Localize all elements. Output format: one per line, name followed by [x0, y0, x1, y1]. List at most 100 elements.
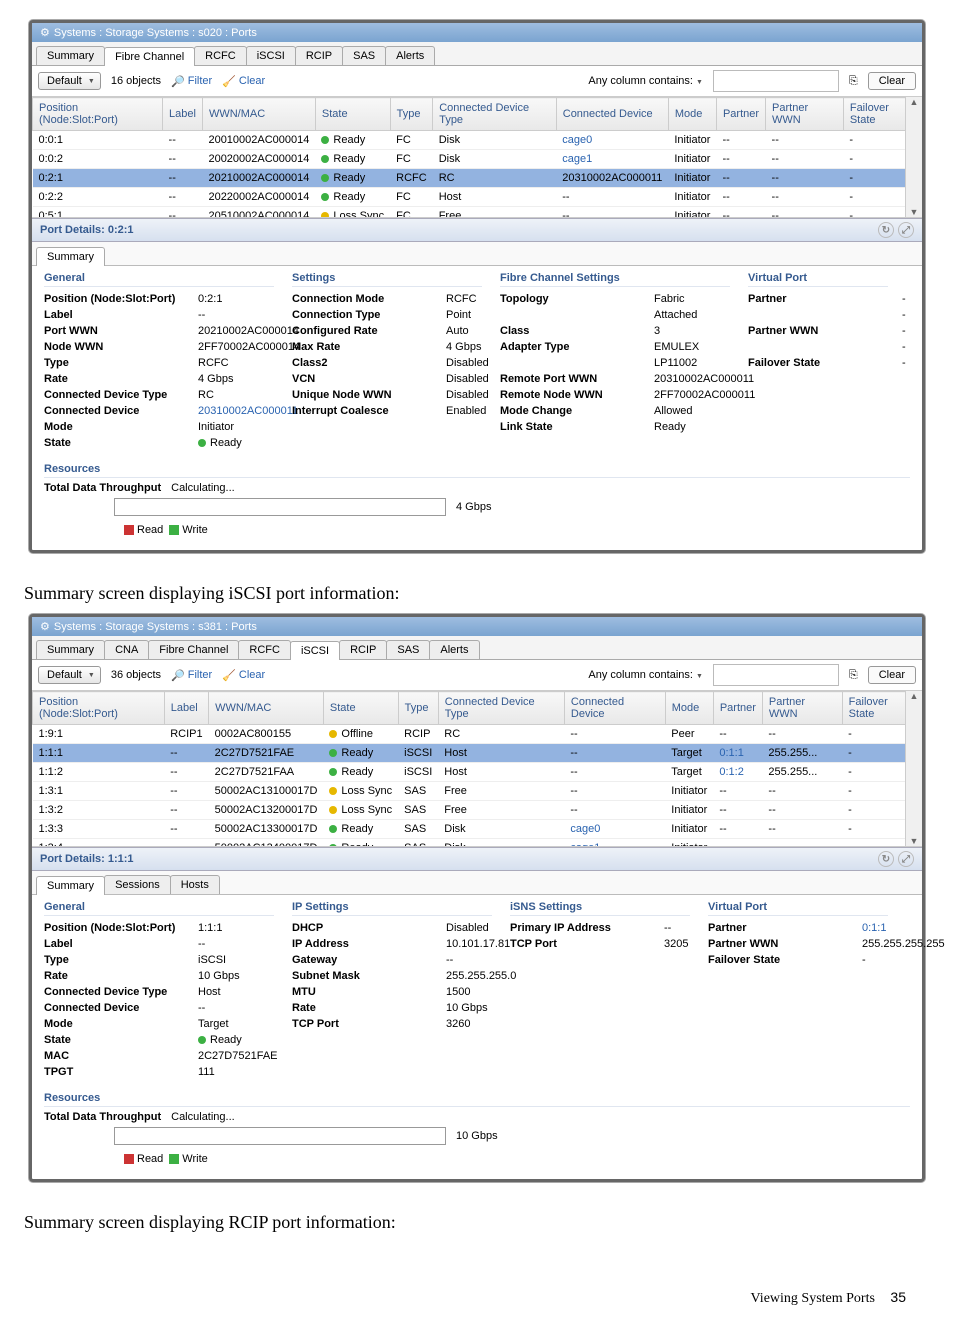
status-dot-icon — [198, 439, 206, 447]
column-header[interactable]: Mode — [665, 692, 713, 725]
connected-device-link[interactable]: cage0 — [562, 134, 592, 146]
refresh-icon[interactable]: ↻ — [878, 222, 894, 238]
kv-key: Partner — [708, 920, 858, 936]
scrollbar[interactable]: ▲▼ — [905, 97, 922, 217]
column-header[interactable]: Partner — [713, 692, 762, 725]
table-row[interactable]: 0:0:2--20020002AC000014ReadyFCDiskcage1I… — [33, 150, 922, 169]
table-row[interactable]: 1:3:2--50002AC13200017DLoss SyncSASFree-… — [33, 801, 922, 820]
expand-icon[interactable]: ⤢ — [898, 851, 914, 867]
subtab-summary[interactable]: Summary — [36, 247, 105, 266]
column-header[interactable]: Partner — [716, 98, 765, 131]
table-row[interactable]: 1:9:1RCIP10002AC800155OfflineRCIPRC--Pee… — [33, 725, 922, 744]
tab-summary[interactable]: Summary — [36, 640, 105, 659]
column-header[interactable]: Partner WWN — [766, 98, 844, 131]
kv-value: 255.255.255.255 — [862, 936, 945, 952]
kv-value[interactable]: 20310002AC000011 — [198, 403, 298, 419]
kv-value: 4 Gbps — [446, 339, 481, 355]
search-input[interactable] — [713, 70, 839, 92]
subtab-sessions[interactable]: Sessions — [104, 875, 171, 894]
kv-value: Ready — [198, 435, 242, 451]
throughput-value: Calculating... — [171, 1111, 235, 1123]
legend: Read Write — [124, 524, 910, 536]
column-header[interactable]: WWN/MAC — [202, 98, 315, 131]
table-row[interactable]: 0:0:1--20010002AC000014ReadyFCDiskcage0I… — [33, 131, 922, 150]
column-header[interactable]: WWN/MAC — [209, 692, 324, 725]
tab-alerts[interactable]: Alerts — [385, 46, 435, 65]
column-header[interactable]: State — [315, 98, 390, 131]
kv-row: Unique Node WWNDisabled — [292, 387, 482, 403]
tab-fibre-channel[interactable]: Fibre Channel — [104, 47, 195, 66]
object-count: 36 objects — [111, 669, 161, 681]
table-row[interactable]: 1:3:3--50002AC13300017DReadySASDiskcage0… — [33, 820, 922, 839]
resources-heading: Resources — [44, 1092, 910, 1107]
column-header[interactable]: Type — [398, 692, 438, 725]
table-row[interactable]: 1:1:2--2C27D7521FAAReadyiSCSIHost--Targe… — [33, 763, 922, 782]
table-row[interactable]: 0:5:1--20510002AC000014Loss SyncFCFree--… — [33, 207, 922, 219]
tab-iscsi[interactable]: iSCSI — [246, 46, 296, 65]
tab-sas[interactable]: SAS — [342, 46, 386, 65]
tab-summary[interactable]: Summary — [36, 46, 105, 65]
subtab-hosts[interactable]: Hosts — [170, 875, 220, 894]
table-row[interactable]: 1:1:1--2C27D7521FAEReadyiSCSIHost--Targe… — [33, 744, 922, 763]
clear-button[interactable]: Clear — [868, 666, 916, 684]
column-header[interactable]: State — [323, 692, 398, 725]
status-dot-icon — [329, 806, 337, 814]
table-row[interactable]: 1:3:1--50002AC13100017DLoss SyncSASFree-… — [33, 782, 922, 801]
expand-icon[interactable]: ⤢ — [898, 222, 914, 238]
subtab-summary[interactable]: Summary — [36, 876, 105, 895]
scrollbar[interactable]: ▲▼ — [905, 691, 922, 846]
column-header[interactable]: Label — [163, 98, 203, 131]
kv-value[interactable]: 0:1:1 — [862, 920, 886, 936]
copy-icon[interactable]: ⎘ — [849, 75, 858, 88]
column-header[interactable]: Connected Device — [564, 692, 665, 725]
partner-link[interactable]: 0:1:2 — [719, 766, 743, 778]
kv-key: Configured Rate — [292, 323, 442, 339]
tab-rcfc[interactable]: RCFC — [238, 640, 291, 659]
clear-link[interactable]: 🧹Clear — [222, 669, 265, 682]
kv-value: Ready — [654, 419, 686, 435]
clear-button[interactable]: Clear — [868, 72, 916, 90]
table-row[interactable]: 0:2:2--20220002AC000014ReadyFCHost--Init… — [33, 188, 922, 207]
kv-key: Mode — [44, 1016, 194, 1032]
tab-cna[interactable]: CNA — [104, 640, 149, 659]
column-header[interactable]: Mode — [668, 98, 716, 131]
kv-row: Class2Disabled — [292, 355, 482, 371]
refresh-icon[interactable]: ↻ — [878, 851, 894, 867]
partner-link[interactable]: 0:1:1 — [719, 747, 743, 759]
filter-link[interactable]: 🔎Filter — [171, 669, 212, 682]
view-dropdown[interactable]: Default — [38, 72, 101, 90]
clear-link[interactable]: 🧹Clear — [222, 75, 265, 88]
connected-device-link[interactable]: cage1 — [562, 153, 592, 165]
column-header[interactable]: Connected Device — [556, 98, 668, 131]
connected-device-link[interactable]: cage1 — [570, 842, 600, 847]
connected-device-link[interactable]: cage0 — [570, 823, 600, 835]
table-row[interactable]: 1:3:4--50002AC13400017DReadySASDiskcage1… — [33, 839, 922, 848]
column-header[interactable]: Label — [164, 692, 208, 725]
column-header[interactable]: Partner WWN — [762, 692, 842, 725]
column-header[interactable]: Type — [390, 98, 433, 131]
tab-alerts[interactable]: Alerts — [429, 640, 479, 659]
column-header[interactable]: Position (Node:Slot:Port) — [33, 692, 165, 725]
tab-rcfc[interactable]: RCFC — [194, 46, 247, 65]
copy-icon[interactable]: ⎘ — [849, 669, 858, 682]
status-dot-icon — [329, 730, 337, 738]
search-input[interactable] — [713, 664, 839, 686]
kv-key: Port WWN — [44, 323, 194, 339]
column-header[interactable]: Connected Device Type — [438, 692, 564, 725]
tab-fibre-channel[interactable]: Fibre Channel — [148, 640, 239, 659]
tab-rcip[interactable]: RCIP — [295, 46, 343, 65]
kv-value: Enabled — [446, 403, 486, 419]
kv-value: 20310002AC000011 — [654, 371, 754, 387]
kv-value: Allowed — [654, 403, 693, 419]
table-row[interactable]: 0:2:1--20210002AC000014ReadyRCFCRC203100… — [33, 169, 922, 188]
tab-rcip[interactable]: RCIP — [339, 640, 387, 659]
tab-sas[interactable]: SAS — [386, 640, 430, 659]
tab-iscsi[interactable]: iSCSI — [290, 641, 340, 660]
column-header[interactable]: Connected Device Type — [433, 98, 557, 131]
grid-scroll: Position (Node:Slot:Port)LabelWWN/MACSta… — [32, 691, 922, 847]
column-header[interactable]: Position (Node:Slot:Port) — [33, 98, 163, 131]
legend-write: Write — [182, 1153, 207, 1165]
filter-link[interactable]: 🔎Filter — [171, 75, 212, 88]
view-dropdown[interactable]: Default — [38, 666, 101, 684]
kv-row: ModeInitiator — [44, 419, 274, 435]
